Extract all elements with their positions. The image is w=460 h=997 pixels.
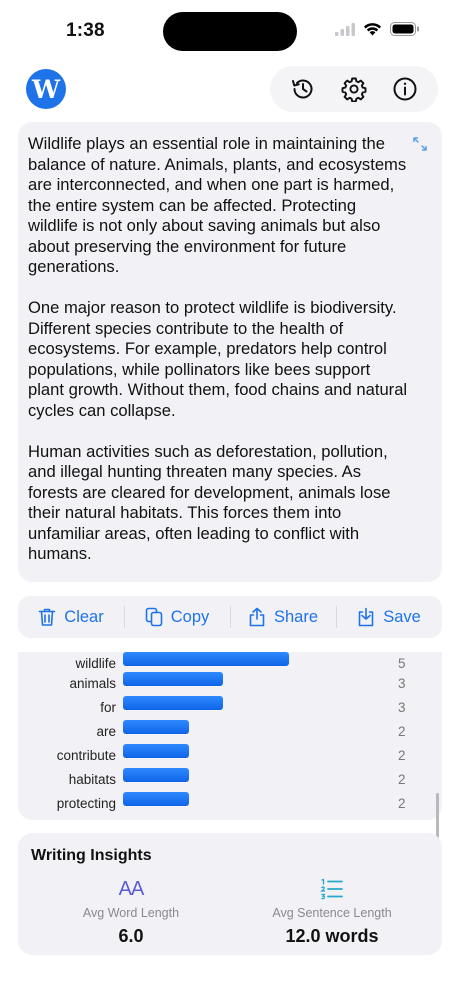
frequency-bar [123,744,190,758]
word-frequency-row: protecting 2 [18,792,442,816]
frequency-count: 2 [398,772,406,787]
frequency-count: 2 [398,724,406,739]
dynamic-island [163,12,297,51]
frequency-count: 2 [398,796,406,811]
history-icon [292,79,313,99]
insights-title: Writing Insights [31,847,152,864]
status-bar: 1:38 [0,0,460,62]
history-button[interactable] [285,71,321,107]
share-label: Share [273,607,319,626]
status-time: 1:38 [66,20,105,41]
expand-icon[interactable] [412,136,428,152]
text-paragraph: One major reason to protect wildlife is … [28,298,408,420]
numbered-list-icon [320,878,343,900]
app-header: W [0,62,460,116]
frequency-count: 5 [398,656,406,671]
avg-sentence-length-value: 12.0 words [285,926,379,946]
copy-button[interactable]: Copy [124,596,230,638]
header-actions [270,66,438,112]
word-frequency-row: contribute 2 [18,744,442,768]
avg-word-length-label: Avg Word Length [82,906,180,920]
avg-word-length-value: 6.0 [118,926,144,946]
signal-icon [335,22,355,36]
copy-icon [145,607,163,627]
clear-button[interactable]: Clear [18,596,124,638]
avg-sentence-length-label: Avg Sentence Length [272,906,392,920]
text-size-icon: AA [36,877,226,901]
frequency-bar [123,672,223,686]
copy-label: Copy [170,607,210,626]
save-label: Save [383,607,421,626]
frequency-word: for [100,700,116,715]
frequency-word: wildlife [75,656,116,671]
text-paragraph: Wildlife plays an essential role in main… [28,134,407,276]
gear-icon [341,77,367,102]
word-frequency-row: are 2 [18,720,442,744]
frequency-bar [123,696,223,710]
word-frequency-row: habitats 2 [18,768,442,792]
avg-word-length: AA Avg Word Length 6.0 [36,877,226,947]
trash-icon [38,608,56,626]
frequency-word: contribute [56,748,116,763]
text-size-glyph: AA [118,877,145,900]
avg-sentence-length: Avg Sentence Length 12.0 words [237,877,427,947]
frequency-word: habitats [68,772,116,787]
frequency-word: animals [69,676,116,691]
word-frequency-chart: wildlife 5 animals 3 for 3 are 2 contrib… [18,652,442,820]
frequency-bar [123,652,289,666]
frequency-bar [123,792,190,806]
frequency-word: protecting [56,796,116,811]
status-icons [335,22,420,36]
text-editor[interactable]: Wildlife plays an essential role in main… [18,122,442,582]
writing-insights-card: Writing Insights AA Avg Word Length 6.0 … [18,833,442,955]
word-frequency-row: animals 3 [18,672,442,696]
word-frequency-row: for 3 [18,696,442,720]
share-button[interactable]: Share [230,596,336,638]
frequency-count: 3 [398,700,406,715]
save-button[interactable]: Save [336,596,442,638]
wifi-icon [363,23,382,36]
info-button[interactable] [387,71,423,107]
frequency-word: are [96,724,116,739]
share-icon [249,607,265,627]
action-bar: Clear Copy Share Save [18,596,442,638]
frequency-bar [123,768,190,782]
info-icon [393,77,417,101]
save-icon [358,607,374,627]
battery-icon [390,22,419,36]
frequency-count: 2 [398,748,406,763]
app-logo: W [26,69,66,109]
frequency-bar [123,720,190,734]
text-paragraph: Human activities such as deforestation, … [28,441,391,564]
list-icon-wrapper [237,877,427,901]
clear-label: Clear [64,607,104,626]
frequency-count: 3 [398,676,406,691]
settings-button[interactable] [336,71,372,107]
